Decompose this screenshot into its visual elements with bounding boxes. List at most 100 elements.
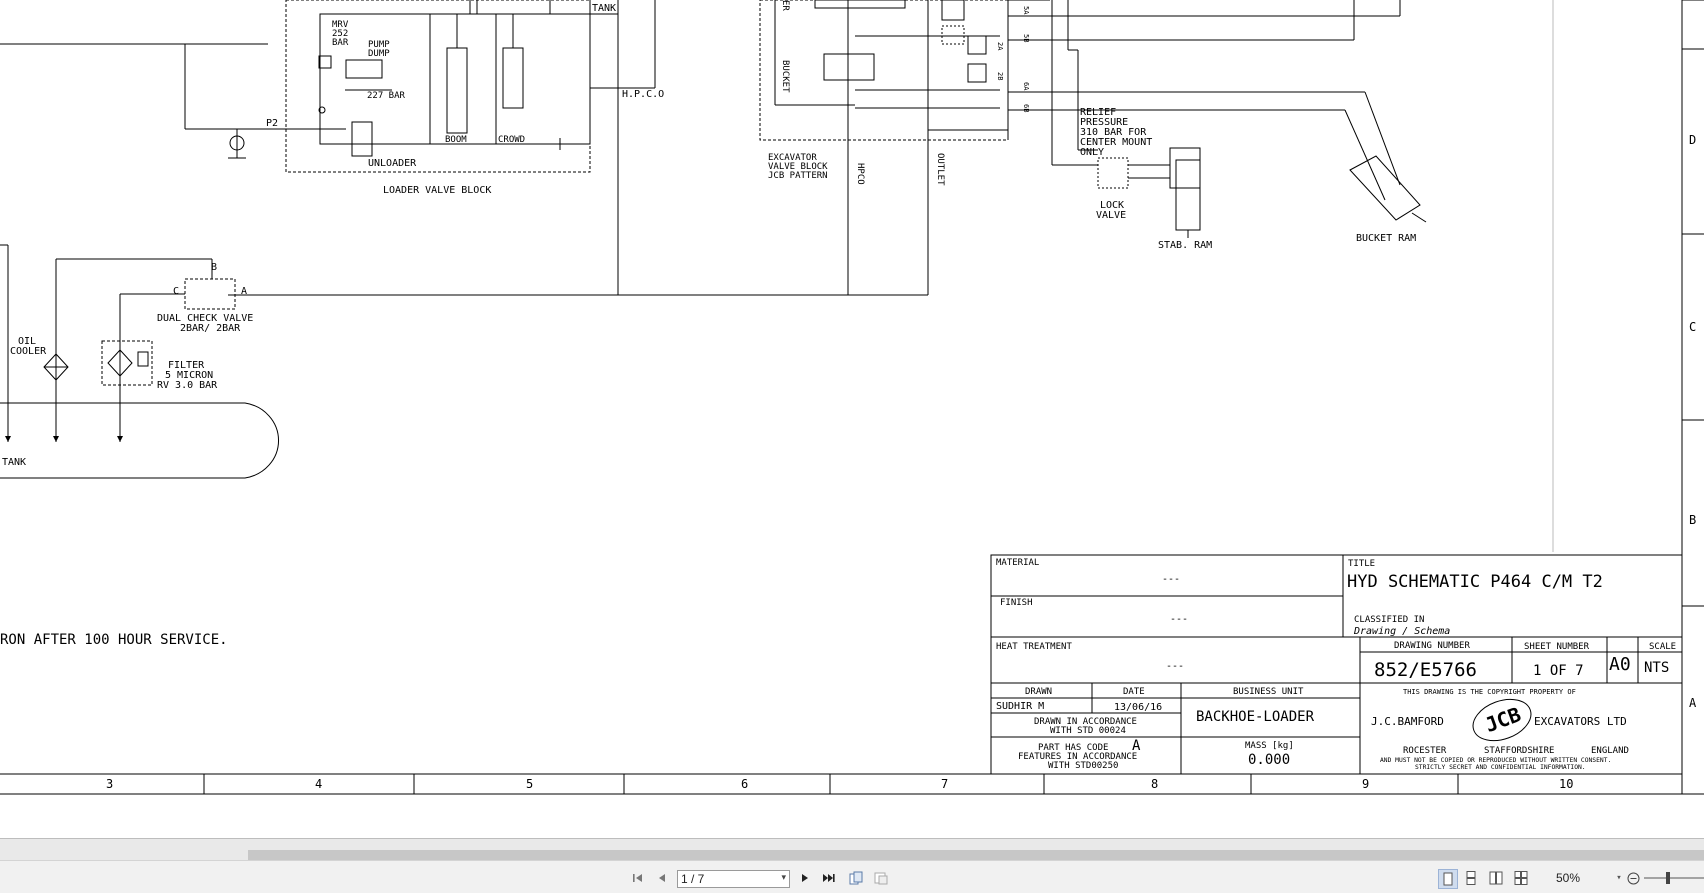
sheet-size: A0 (1609, 654, 1631, 675)
row-a: A (1689, 696, 1697, 710)
boom-label: BOOM (445, 135, 467, 145)
last-page-icon[interactable] (821, 869, 837, 887)
col-4: 4 (315, 777, 322, 791)
row-c: C (1689, 320, 1696, 334)
excavator-block-label: EXCAVATOR VALVE BLOCK JCB PATTERN (768, 153, 828, 181)
finish-value: --- (1170, 614, 1188, 625)
copyright-note: AND MUST NOT BE COPIED OR REPRODUCED WIT… (1380, 757, 1611, 771)
classified-label: CLASSIFIED IN (1354, 615, 1424, 625)
port-5a: 5A (1022, 6, 1030, 15)
company-right: EXCAVATORS LTD (1534, 715, 1627, 728)
part-code-letter: A (1132, 738, 1141, 754)
drawn-label: DRAWN (1025, 687, 1052, 697)
mrv-label: MRV 252 BAR (332, 20, 349, 48)
mass-label: MASS [kg] (1245, 741, 1294, 751)
oil-cooler-label: OIL COOLER (10, 336, 47, 357)
drawing-title: HYD SCHEMATIC P464 C/M T2 (1347, 572, 1603, 592)
zoom-dropdown-icon[interactable]: ▾ (1614, 869, 1624, 887)
location-england: ENGLAND (1591, 746, 1629, 756)
copyright-property-note: THIS DRAWING IS THE COPYRIGHT PROPERTY O… (1403, 688, 1576, 696)
crowd-label: CROWD (498, 135, 525, 145)
tank-top-label: TANK (592, 3, 616, 14)
horizontal-scrollbar[interactable] (0, 838, 1704, 861)
scale-label: SCALE (1649, 642, 1676, 652)
next-page-icon[interactable] (798, 869, 812, 887)
continuous-icon[interactable] (1463, 869, 1479, 887)
heat-treatment-value: --- (1166, 661, 1184, 672)
mass-value: 0.000 (1248, 752, 1290, 768)
page-number-value: 1 / 7 (681, 872, 705, 886)
drawing-number: 852/E5766 (1374, 659, 1477, 681)
scrollbar-thumb[interactable] (248, 850, 1704, 860)
schematic-drawing: TANK MRV 252 BAR PUMP DUMP 227 BAR P2 UNLOA… (0, 0, 1704, 795)
viewer-toolbar: 1 / 7 ▾ 50% ▾ (0, 860, 1704, 893)
dual-check-valve-label: DUAL CHECK VALVE 2BAR/ 2BAR (157, 313, 253, 334)
finish-label: FINISH (1000, 598, 1033, 608)
port-2b: 2B (996, 72, 1004, 80)
relief-pressure-label: RELIEF PRESSURE 310 BAR FOR CENTER MOUNT ONL… (1080, 107, 1152, 158)
service-note: RON AFTER 100 HOUR SERVICE. (0, 632, 228, 648)
row-b: B (1689, 513, 1696, 527)
port-a-label: A (241, 286, 247, 297)
prev-page-icon[interactable] (655, 869, 669, 887)
port-6a: 6A (1022, 82, 1030, 91)
sheet-number: 1 OF 7 (1533, 663, 1584, 679)
port-5b: 5B (1022, 34, 1030, 42)
bucket-ram-label: BUCKET RAM (1356, 233, 1416, 244)
lock-valve-label: LOCK VALVE (1096, 200, 1126, 221)
bucket-vertical-label: BUCKET (780, 60, 790, 93)
pump-dump-label: PUMP DUMP (368, 40, 390, 59)
material-label: MATERIAL (996, 558, 1039, 568)
col-8: 8 (1151, 777, 1158, 791)
filter-label: FILTER 5 MICRON RV 3.0 BAR (157, 360, 218, 391)
tank-bottom-label: TANK (2, 457, 26, 468)
er-vertical-label: ER (780, 0, 790, 11)
part-code-note: PART HAS CODE FEATURES IN ACCORDANCE WITH … (1018, 743, 1137, 771)
material-value: --- (1162, 574, 1180, 585)
port-2a: 2A (996, 42, 1004, 51)
company-left: J.C.BAMFORD (1371, 715, 1444, 728)
single-page-icon[interactable] (1438, 869, 1458, 889)
port-6b: 6B (1022, 104, 1030, 112)
business-unit-label: BUSINESS UNIT (1233, 687, 1304, 697)
rotate-icon[interactable] (847, 869, 865, 887)
zoom-out-icon[interactable] (1626, 869, 1640, 887)
p2-label: P2 (266, 118, 278, 129)
scale-value: NTS (1644, 660, 1669, 676)
location-rocester: ROCESTER (1403, 746, 1447, 756)
zoom-slider[interactable] (1644, 869, 1704, 887)
stab-ram-label: STAB. RAM (1158, 240, 1212, 251)
col-3: 3 (106, 777, 113, 791)
row-d: D (1689, 133, 1696, 147)
jcb-logo: JCB (1482, 702, 1524, 737)
col-7: 7 (941, 777, 948, 791)
hpco-vertical-label: HPCO (855, 163, 865, 185)
hpco-label: H.P.C.O (622, 89, 664, 100)
first-page-icon[interactable] (631, 869, 645, 887)
col-5: 5 (526, 777, 533, 791)
classified-value: Drawing / Schema (1353, 626, 1450, 637)
col-9: 9 (1362, 777, 1369, 791)
bar-227-label: 227 BAR (367, 91, 406, 101)
page-number-input[interactable]: 1 / 7 ▾ (677, 870, 790, 888)
col-6: 6 (741, 777, 748, 791)
drawing-number-label: DRAWING NUMBER (1394, 641, 1470, 651)
date-label: DATE (1123, 687, 1145, 697)
loader-valve-block-label: LOADER VALVE BLOCK (383, 185, 491, 196)
unloader-label: UNLOADER (368, 158, 417, 169)
two-page-icon[interactable] (1488, 869, 1504, 887)
outlet-vertical-label: OUTLET (935, 153, 945, 186)
port-c-label: C (173, 286, 179, 297)
heat-treatment-label: HEAT TREATMENT (996, 642, 1072, 652)
title-label: TITLE (1348, 559, 1375, 569)
sheet-number-label: SHEET NUMBER (1524, 642, 1590, 652)
two-page-continuous-icon[interactable] (1513, 869, 1529, 887)
std-note: DRAWN IN ACCORDANCE WITH STD 00024 (1034, 717, 1137, 736)
port-b-label: B (211, 262, 217, 273)
location-staffordshire: STAFFORDSHIRE (1484, 746, 1554, 756)
date-value: 13/06/16 (1114, 702, 1162, 713)
zoom-level[interactable]: 50% (1556, 871, 1580, 885)
page-dropdown-icon[interactable]: ▾ (781, 872, 786, 883)
fit-icon[interactable] (872, 869, 890, 887)
drawn-value: SUDHIR M (996, 701, 1044, 712)
